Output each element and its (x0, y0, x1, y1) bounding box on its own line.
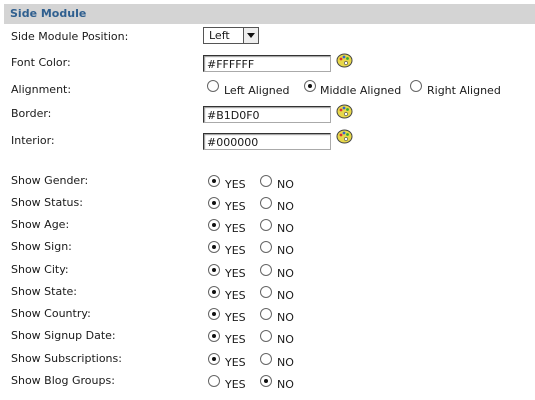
toggle-yes-radio[interactable] (208, 175, 220, 187)
toggle-label: Show City: (11, 263, 69, 276)
border-input[interactable]: #B1D0F0 (203, 106, 331, 123)
toggle-label: Show Country: (11, 307, 91, 320)
toggle-no-radio[interactable] (260, 264, 272, 276)
toggle-label: Show Signup Date: (11, 329, 116, 342)
no-label: NO (277, 200, 294, 213)
no-label: NO (277, 222, 294, 235)
alignment-left-radio[interactable] (207, 80, 219, 92)
toggle-no-radio[interactable] (260, 219, 272, 231)
interior-value: #000000 (207, 136, 259, 149)
color-palette-icon[interactable] (336, 128, 353, 145)
alignment-middle-radio[interactable] (304, 80, 316, 92)
yes-label: YES (225, 356, 246, 369)
no-label: NO (277, 378, 294, 391)
toggle-no-radio[interactable] (260, 197, 272, 209)
no-label: NO (277, 311, 294, 324)
toggle-no-radio[interactable] (260, 353, 272, 365)
toggle-yes-radio[interactable] (208, 219, 220, 231)
yes-label: YES (225, 244, 246, 257)
toggle-label: Show Status: (11, 196, 83, 209)
toggle-label: Show Gender: (11, 174, 89, 187)
toggle-yes-radio[interactable] (208, 375, 220, 387)
no-label: NO (277, 244, 294, 257)
chevron-down-icon[interactable] (243, 28, 258, 43)
interior-input[interactable]: #000000 (203, 133, 331, 150)
toggle-yes-radio[interactable] (208, 264, 220, 276)
toggle-yes-radio[interactable] (208, 197, 220, 209)
font-color-label: Font Color: (11, 56, 71, 69)
font-color-input[interactable]: #FFFFFF (203, 55, 331, 72)
border-value: #B1D0F0 (207, 109, 260, 122)
toggle-yes-radio[interactable] (208, 330, 220, 342)
yes-label: YES (225, 200, 246, 213)
no-label: NO (277, 178, 294, 191)
toggle-no-radio[interactable] (260, 308, 272, 320)
yes-label: YES (225, 178, 246, 191)
alignment-middle-label: Middle Aligned (320, 84, 402, 97)
toggle-no-radio[interactable] (260, 375, 272, 387)
yes-label: YES (225, 222, 246, 235)
no-label: NO (277, 289, 294, 302)
toggle-yes-radio[interactable] (208, 241, 220, 253)
yes-label: YES (225, 378, 246, 391)
position-label: Side Module Position: (11, 30, 129, 43)
toggle-yes-radio[interactable] (208, 286, 220, 298)
toggle-yes-radio[interactable] (208, 353, 220, 365)
position-select[interactable]: Left (203, 27, 259, 44)
alignment-right-radio[interactable] (410, 80, 422, 92)
toggle-label: Show Sign: (11, 240, 72, 253)
yes-label: YES (225, 267, 246, 280)
toggle-no-radio[interactable] (260, 241, 272, 253)
toggle-no-radio[interactable] (260, 330, 272, 342)
yes-label: YES (225, 289, 246, 302)
alignment-label: Alignment: (11, 83, 72, 96)
no-label: NO (277, 333, 294, 346)
position-select-value: Left (209, 29, 230, 42)
color-palette-icon[interactable] (336, 103, 353, 120)
toggle-yes-radio[interactable] (208, 308, 220, 320)
border-label: Border: (11, 107, 52, 120)
section-header: Side Module (4, 4, 535, 24)
interior-label: Interior: (11, 134, 55, 147)
no-label: NO (277, 267, 294, 280)
toggle-no-radio[interactable] (260, 175, 272, 187)
section-title: Side Module (10, 7, 87, 20)
toggle-no-radio[interactable] (260, 286, 272, 298)
no-label: NO (277, 356, 294, 369)
color-palette-icon[interactable] (336, 52, 353, 69)
toggle-label: Show Age: (11, 218, 70, 231)
alignment-right-label: Right Aligned (427, 84, 501, 97)
yes-label: YES (225, 333, 246, 346)
toggle-label: Show State: (11, 285, 77, 298)
alignment-left-label: Left Aligned (224, 84, 290, 97)
toggle-label: Show Blog Groups: (11, 374, 115, 387)
yes-label: YES (225, 311, 246, 324)
toggle-label: Show Subscriptions: (11, 352, 122, 365)
font-color-value: #FFFFFF (207, 58, 255, 71)
